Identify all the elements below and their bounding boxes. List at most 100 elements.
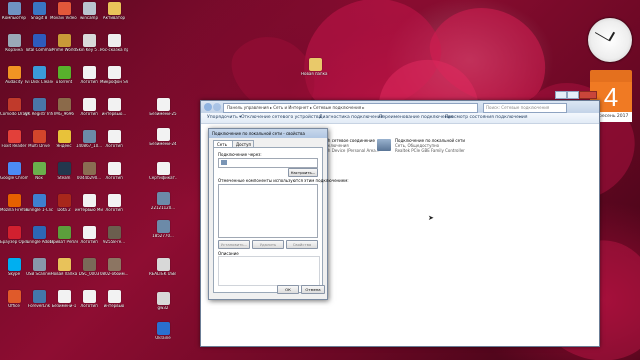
desktop-icon[interactable]: Логотип: [76, 224, 102, 254]
ok-button[interactable]: ОК: [277, 285, 299, 294]
app-icon: [7, 34, 21, 47]
close-button[interactable]: [579, 91, 597, 99]
desktop-icon[interactable]: Логотип: [101, 160, 127, 190]
desktop-icon[interactable]: Сертификат...: [149, 160, 177, 190]
app-icon: [57, 66, 71, 79]
maximize-button[interactable]: [567, 91, 579, 99]
desktop-icon-label: Tunngle Adobe 2014: [25, 240, 53, 244]
desktop-icon[interactable]: Multi Drive: [26, 128, 52, 158]
desktop-icon[interactable]: Ukraine: [150, 320, 176, 350]
uninstall-button[interactable]: Удалить: [252, 240, 284, 249]
desktop-icon[interactable]: Comodo Dragon: [0, 96, 28, 126]
desktop-icon[interactable]: 0802-обоим...: [100, 256, 128, 286]
desktop-icon[interactable]: Новая папка: [51, 256, 77, 286]
desktop-icon[interactable]: Приват Реплей: [50, 224, 78, 254]
desktop-icon[interactable]: Логотип: [76, 96, 102, 126]
desktop-icon[interactable]: uTorrent: [51, 64, 77, 94]
desktop-icon[interactable]: gw32: [150, 290, 176, 320]
search-input[interactable]: Поиск: Сетевые подключения: [483, 103, 567, 113]
disable-device-button[interactable]: Отключение сетевого устройства: [241, 115, 321, 121]
desktop-icon[interactable]: Skype: [1, 256, 27, 286]
desktop-icon[interactable]: Компьютер: [1, 0, 27, 30]
desktop-icon[interactable]: Активатор: [101, 0, 127, 30]
desktop-icon[interactable]: VK Registr Info: [25, 96, 53, 126]
desktop-icon[interactable]: 92558-re...: [101, 224, 127, 254]
desktop-icon-label: Яндекс: [56, 144, 72, 148]
desktop-icon[interactable]: USB Scanner: [26, 256, 52, 286]
app-icon: [107, 130, 121, 143]
desktop-icon[interactable]: интервью: [101, 288, 127, 318]
desktop-icon[interactable]: 22121120...: [150, 190, 176, 220]
app-icon: [32, 194, 46, 207]
desktop-icon[interactable]: Яндекс: [51, 128, 77, 158]
diagnose-button[interactable]: Диагностика подключения: [319, 115, 383, 121]
desktop-icon[interactable]: Prime World: [51, 32, 77, 62]
desktop-icon[interactable]: Корзина: [1, 32, 27, 62]
desktop-icon[interactable]: интервью Микрофон: [75, 192, 103, 222]
desktop-icon[interactable]: Логотип: [101, 192, 127, 222]
minimize-button[interactable]: [555, 91, 567, 99]
desktop-icon[interactable]: Логотип: [76, 64, 102, 94]
desktop-icon[interactable]: Audacity: [1, 64, 27, 94]
install-button[interactable]: Установить...: [218, 240, 250, 249]
back-button[interactable]: [204, 103, 212, 111]
desktop-icon[interactable]: Безимени-24: [149, 126, 177, 156]
view-status-button[interactable]: Просмотр состояния подключения: [445, 115, 528, 121]
desktop-icon[interactable]: Skin Key 5 ...: [76, 32, 102, 62]
desktop-icon[interactable]: Логотип: [101, 128, 127, 158]
desktop-icon[interactable]: Nox: [26, 160, 52, 190]
components-list[interactable]: [218, 184, 318, 238]
properties-button[interactable]: Свойства: [286, 240, 318, 249]
app-icon: [107, 162, 121, 175]
desktop-icon[interactable]: Total Commander: [25, 32, 53, 62]
clock-gadget[interactable]: [588, 18, 632, 62]
desktop-icon-label: gw32: [157, 306, 169, 310]
desktop-icon[interactable]: Snagit 8: [26, 0, 52, 30]
desktop-icon[interactable]: Микрофон SVEN MK-4...: [100, 64, 128, 94]
desktop-icon[interactable]: Mozilla Firefox: [0, 192, 28, 222]
desktop-icon[interactable]: Безимени-1: [51, 288, 77, 318]
forward-button[interactable]: [213, 103, 221, 111]
desktop-icon[interactable]: Foxit Reader: [1, 128, 27, 158]
app-icon: [32, 258, 46, 271]
more-commands-button[interactable]: »: [519, 115, 522, 121]
app-icon: [107, 98, 121, 111]
desktop-icon-label: 0802-обоим...: [100, 272, 128, 276]
desktop-icon[interactable]: Ivi Disk Cleaner: [25, 64, 53, 94]
desktop-icon[interactable]: Браузер Opera: [0, 224, 28, 254]
desktop-icon[interactable]: 1852770...: [150, 218, 176, 248]
organize-menu[interactable]: Упорядочить ▾: [207, 115, 241, 121]
desktop-icon[interactable]: REALTEK USB Wireless LA...: [149, 256, 177, 286]
desktop-icon[interactable]: Tunngle 1-Click Ma...: [25, 192, 53, 222]
desktop-icon-label: 140867_10...: [75, 144, 103, 148]
cancel-button[interactable]: Отмена: [301, 285, 325, 294]
rename-button[interactable]: Переименование подключения: [379, 115, 453, 121]
desktop-icon[interactable]: 140867_10...: [76, 128, 102, 158]
app-icon: [156, 192, 170, 205]
desktop-icon[interactable]: IMG_9696: [51, 96, 77, 126]
desktop-icon[interactable]: Dota 2: [51, 192, 77, 222]
desktop-icon[interactable]: 0044b290...: [76, 160, 102, 190]
app-icon: [7, 2, 21, 15]
desktop-icon[interactable]: Office: [1, 288, 27, 318]
minute-hand: [594, 32, 610, 41]
desktop-icon-label: Comodo Dragon: [0, 112, 28, 116]
desktop-icon[interactable]: ForeverLnk: [26, 288, 52, 318]
desktop-icon[interactable]: wincamp: [76, 0, 102, 30]
desktop-icon[interactable]: Безимени-25: [149, 96, 177, 126]
desktop-icon[interactable]: Google Chrome: [0, 160, 28, 190]
desktop-icon[interactable]: Steam: [51, 160, 77, 190]
mouse-cursor-icon: ➤: [428, 214, 434, 222]
desktop-icon[interactable]: Рос-сказка про доверие...: [100, 32, 128, 62]
app-icon: [82, 66, 96, 79]
desktop-icon[interactable]: Tunngle Adobe 2014: [25, 224, 53, 254]
desktop-icon[interactable]: DSC_0003: [76, 256, 102, 286]
configure-button[interactable]: Настроить...: [288, 168, 318, 177]
desktop-icon[interactable]: Логотип: [76, 288, 102, 318]
connection-lan[interactable]: Подключение по локальной сети Сеть, Обще…: [377, 137, 487, 159]
desktop-folder-icon[interactable]: Новая папка (2): [301, 56, 329, 86]
desktop-icon[interactable]: Movavi Video Editor 12: [50, 0, 78, 30]
address-bar[interactable]: Панель управления ▸ Сеть и Интернет ▸ Се…: [223, 103, 478, 113]
desktop-icon[interactable]: интервью...: [101, 96, 127, 126]
app-icon: [57, 34, 71, 47]
